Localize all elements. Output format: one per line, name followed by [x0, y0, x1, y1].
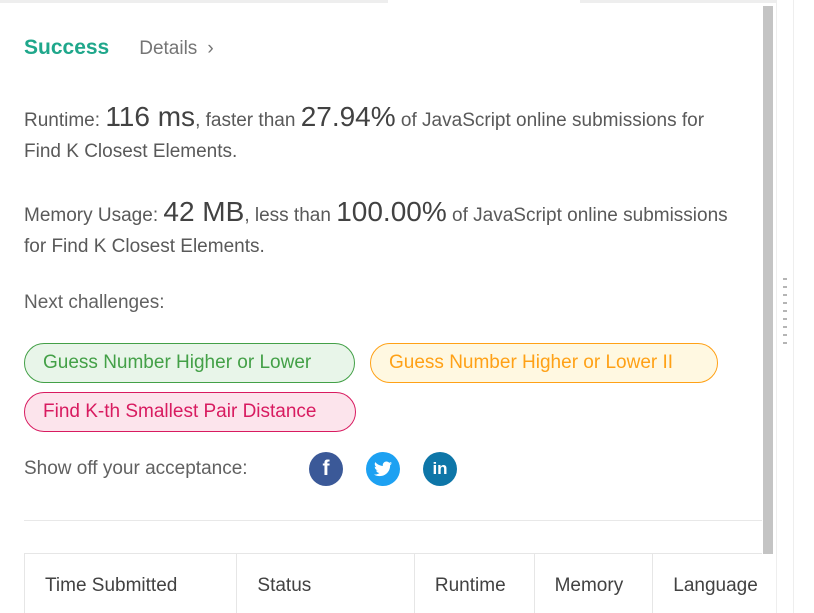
scrollbar-track-edge [776, 0, 777, 613]
section-divider [24, 520, 762, 521]
column-memory[interactable]: Memory [535, 554, 654, 613]
memory-comparison-text: , less than [244, 205, 337, 226]
memory-label: Memory Usage: [24, 205, 164, 226]
details-label: Details [139, 38, 198, 59]
twitter-bird-icon [374, 461, 392, 477]
pane-border [793, 0, 794, 613]
pane-resize-handle[interactable] [783, 278, 787, 344]
linkedin-icon[interactable]: in [423, 452, 457, 486]
result-header: Success Details › [24, 36, 214, 60]
runtime-comparison-text: , faster than [195, 110, 301, 131]
linkedin-glyph: in [432, 459, 448, 478]
memory-stat: Memory Usage: 42 MB, less than 100.00% o… [24, 196, 728, 262]
memory-suffix: of JavaScript online submissions [446, 205, 728, 226]
memory-percent: 100.00% [336, 196, 447, 227]
success-status: Success [24, 36, 110, 59]
facebook-glyph: f [322, 457, 330, 480]
challenge-tag-medium[interactable]: Guess Number Higher or Lower II [370, 343, 718, 383]
column-status[interactable]: Status [237, 554, 415, 613]
runtime-problem-name: Find K Closest Elements. [24, 141, 238, 162]
challenge-tag-easy[interactable]: Guess Number Higher or Lower [24, 343, 355, 383]
next-challenges-label: Next challenges: [24, 292, 165, 313]
runtime-percent: 27.94% [300, 101, 396, 132]
memory-value: 42 MB [163, 196, 245, 227]
chevron-right-icon: › [207, 38, 214, 59]
submissions-table-header: Time Submitted Status Runtime Memory Lan… [24, 553, 762, 613]
column-time-submitted[interactable]: Time Submitted [25, 554, 238, 613]
details-link[interactable]: Details › [139, 38, 213, 60]
runtime-suffix: of JavaScript online submissions for [395, 110, 705, 131]
facebook-icon[interactable]: f [309, 452, 343, 486]
vertical-scrollbar[interactable] [763, 6, 773, 554]
memory-problem-name: for Find K Closest Elements. [24, 236, 265, 257]
twitter-icon[interactable] [366, 452, 400, 486]
column-runtime[interactable]: Runtime [415, 554, 535, 613]
runtime-label: Runtime: [24, 110, 106, 131]
runtime-stat: Runtime: 116 ms, faster than 27.94% of J… [24, 101, 704, 167]
submission-result-panel: Success Details › Runtime: 116 ms, faster… [0, 0, 762, 613]
share-label: Show off your acceptance: [24, 458, 248, 479]
runtime-value: 116 ms [105, 101, 196, 132]
column-language[interactable]: Language [653, 554, 762, 613]
challenge-tag-hard[interactable]: Find K-th Smallest Pair Distance [24, 392, 356, 432]
